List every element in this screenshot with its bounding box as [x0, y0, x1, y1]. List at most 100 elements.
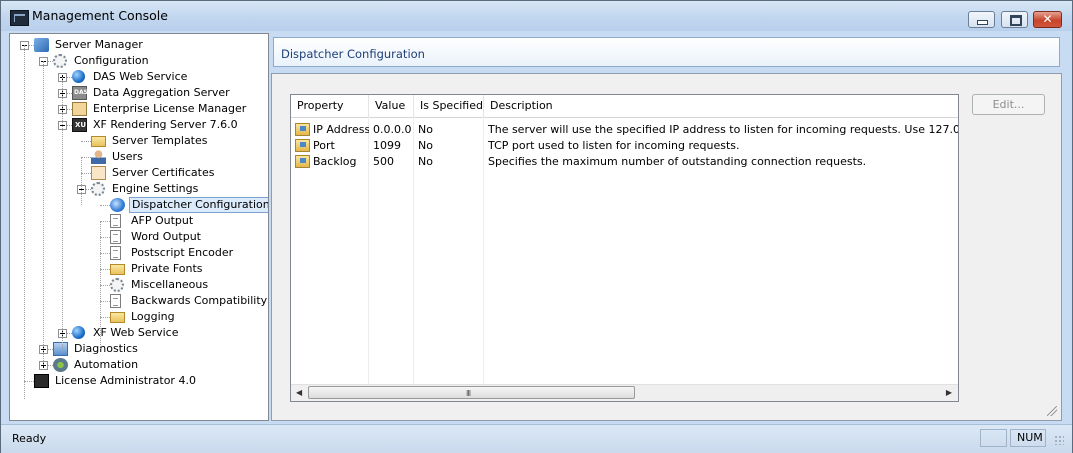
tree-item-label: Diagnostics: [74, 342, 138, 355]
navigation-tree[interactable]: Server Manager Configuration DAS Web Servi…: [9, 33, 269, 421]
tree-item[interactable]: Postscript Encoder: [10, 245, 266, 261]
tree-item-label: AFP Output: [131, 214, 194, 227]
tree-connector: [81, 141, 91, 142]
scroll-thumb[interactable]: III: [308, 386, 635, 399]
document-icon: [110, 230, 121, 244]
tree-item-label: DAS Web Service: [93, 70, 188, 83]
is-specified-cell: No: [418, 139, 433, 152]
column-header-description[interactable]: Description: [484, 95, 958, 117]
description-cell: TCP port used to listen for incoming req…: [488, 139, 740, 152]
maximize-button[interactable]: [1001, 11, 1028, 28]
tree-item[interactable]: AFP Output: [10, 213, 266, 229]
tree-item[interactable]: License Administrator 4.0: [10, 373, 266, 389]
value-cell: 1099: [373, 139, 401, 152]
globe-icon: [72, 326, 85, 339]
tree-item[interactable]: Automation: [10, 357, 266, 373]
license-icon: [72, 102, 87, 116]
tree-item[interactable]: Server Manager: [10, 37, 266, 53]
scroll-right-icon[interactable]: ▶: [946, 388, 952, 397]
folder-icon: [110, 312, 125, 323]
tree-guide-line: [100, 221, 101, 349]
tree-item-label: XF Rendering Server 7.6.0: [93, 118, 238, 131]
tree-item-label: Miscellaneous: [131, 278, 209, 291]
tree-connector: [24, 381, 34, 382]
tree-item[interactable]: Logging: [10, 309, 266, 325]
table-row[interactable]: IP Address 0.0.0.0 No The server will us…: [291, 122, 958, 138]
tree-item-label: License Administrator 4.0: [55, 374, 196, 387]
table-row[interactable]: Port 1099 No TCP port used to listen for…: [291, 138, 958, 154]
status-bar: Ready NUM: [1, 424, 1072, 453]
tree-connector: [81, 157, 91, 158]
font-folder-icon: [110, 264, 125, 275]
tree-item[interactable]: Enterprise License Manager: [10, 101, 266, 117]
tree-connector: [100, 253, 110, 254]
property-cell: Port: [313, 139, 335, 152]
tree-item[interactable]: Backwards Compatibility: [10, 293, 268, 309]
tree-item[interactable]: Dispatcher Configuration: [10, 197, 268, 213]
edit-button[interactable]: Edit...: [972, 94, 1045, 115]
resize-grip-icon[interactable]: [1047, 406, 1057, 416]
document-icon: [110, 246, 121, 260]
list-header: Property Value Is Specified Description: [291, 95, 958, 118]
tree-item-label: Server Certificates: [112, 166, 215, 179]
tree-item[interactable]: Engine Settings: [10, 181, 266, 197]
tree-guide-line: [24, 45, 25, 399]
tree-item[interactable]: Server Templates: [10, 133, 266, 149]
tree-connector: [100, 301, 110, 302]
table-row[interactable]: Backlog 500 No Specifies the maximum num…: [291, 154, 958, 170]
users-icon: [91, 150, 106, 164]
tree-item[interactable]: Server Certificates: [10, 165, 266, 181]
tree-guide-line: [62, 77, 63, 349]
tree-connector: [100, 237, 110, 238]
window-title: Management Console: [32, 8, 168, 23]
license-admin-icon: [34, 374, 49, 388]
properties-list[interactable]: Property Value Is Specified Description …: [290, 94, 959, 402]
close-button[interactable]: ✕: [1033, 11, 1062, 28]
tree-item-label: Backwards Compatibility: [131, 294, 268, 307]
tree-item-label: Engine Settings: [112, 182, 199, 195]
gear-icon: [91, 182, 105, 196]
value-cell: 500: [373, 155, 394, 168]
title-bar[interactable]: Management Console ✕: [1, 1, 1072, 31]
status-text: Ready: [12, 432, 47, 445]
panel-title: Dispatcher Configuration: [281, 47, 425, 61]
column-header-value[interactable]: Value: [369, 95, 414, 117]
tree-item[interactable]: Miscellaneous: [10, 277, 266, 293]
scroll-left-icon[interactable]: ◀: [296, 388, 302, 397]
tree-item-label: Server Templates: [112, 134, 208, 147]
gear-icon: [53, 54, 67, 68]
description-cell: The server will use the specified IP add…: [488, 123, 959, 136]
tree-item-label: Configuration: [74, 54, 149, 67]
tree-item[interactable]: XF Rendering Server 7.6.0: [10, 117, 266, 133]
property-cell: Backlog: [313, 155, 357, 168]
status-panel: [980, 429, 1007, 447]
folder-icon: [91, 136, 106, 147]
tree-item-label: Automation: [74, 358, 139, 371]
tree-guide-line: [81, 157, 82, 205]
is-specified-cell: No: [418, 123, 433, 136]
horizontal-scrollbar[interactable]: ◀ III ▶: [291, 384, 958, 401]
tree-item[interactable]: XF Web Service: [10, 325, 266, 341]
tree-item[interactable]: Word Output: [10, 229, 266, 245]
tree-item[interactable]: Private Fonts: [10, 261, 266, 277]
size-grip-icon[interactable]: [1054, 435, 1064, 445]
minimize-button[interactable]: [968, 11, 995, 28]
tree-item-label: Dispatcher Configuration: [129, 197, 268, 213]
tree-item[interactable]: DAS Web Service: [10, 69, 266, 85]
tree-item[interactable]: Diagnostics: [10, 341, 266, 357]
tree-item[interactable]: Data Aggregation Server: [10, 85, 266, 101]
tree-guide-line: [43, 61, 44, 365]
column-header-property[interactable]: Property: [291, 95, 369, 117]
tree-connector: [100, 317, 110, 318]
column-header-is-specified[interactable]: Is Specified: [414, 95, 484, 117]
tree-item[interactable]: Users: [10, 149, 266, 165]
document-icon: [110, 214, 121, 228]
tree-item-label: Logging: [131, 310, 175, 323]
tree-item[interactable]: Configuration: [10, 53, 266, 69]
tree-connector: [100, 269, 110, 270]
globe-icon: [72, 70, 85, 83]
value-cell: 0.0.0.0: [373, 123, 412, 136]
tree-connector: [100, 221, 110, 222]
automation-icon: [53, 358, 68, 372]
tree-connector: [81, 173, 91, 174]
